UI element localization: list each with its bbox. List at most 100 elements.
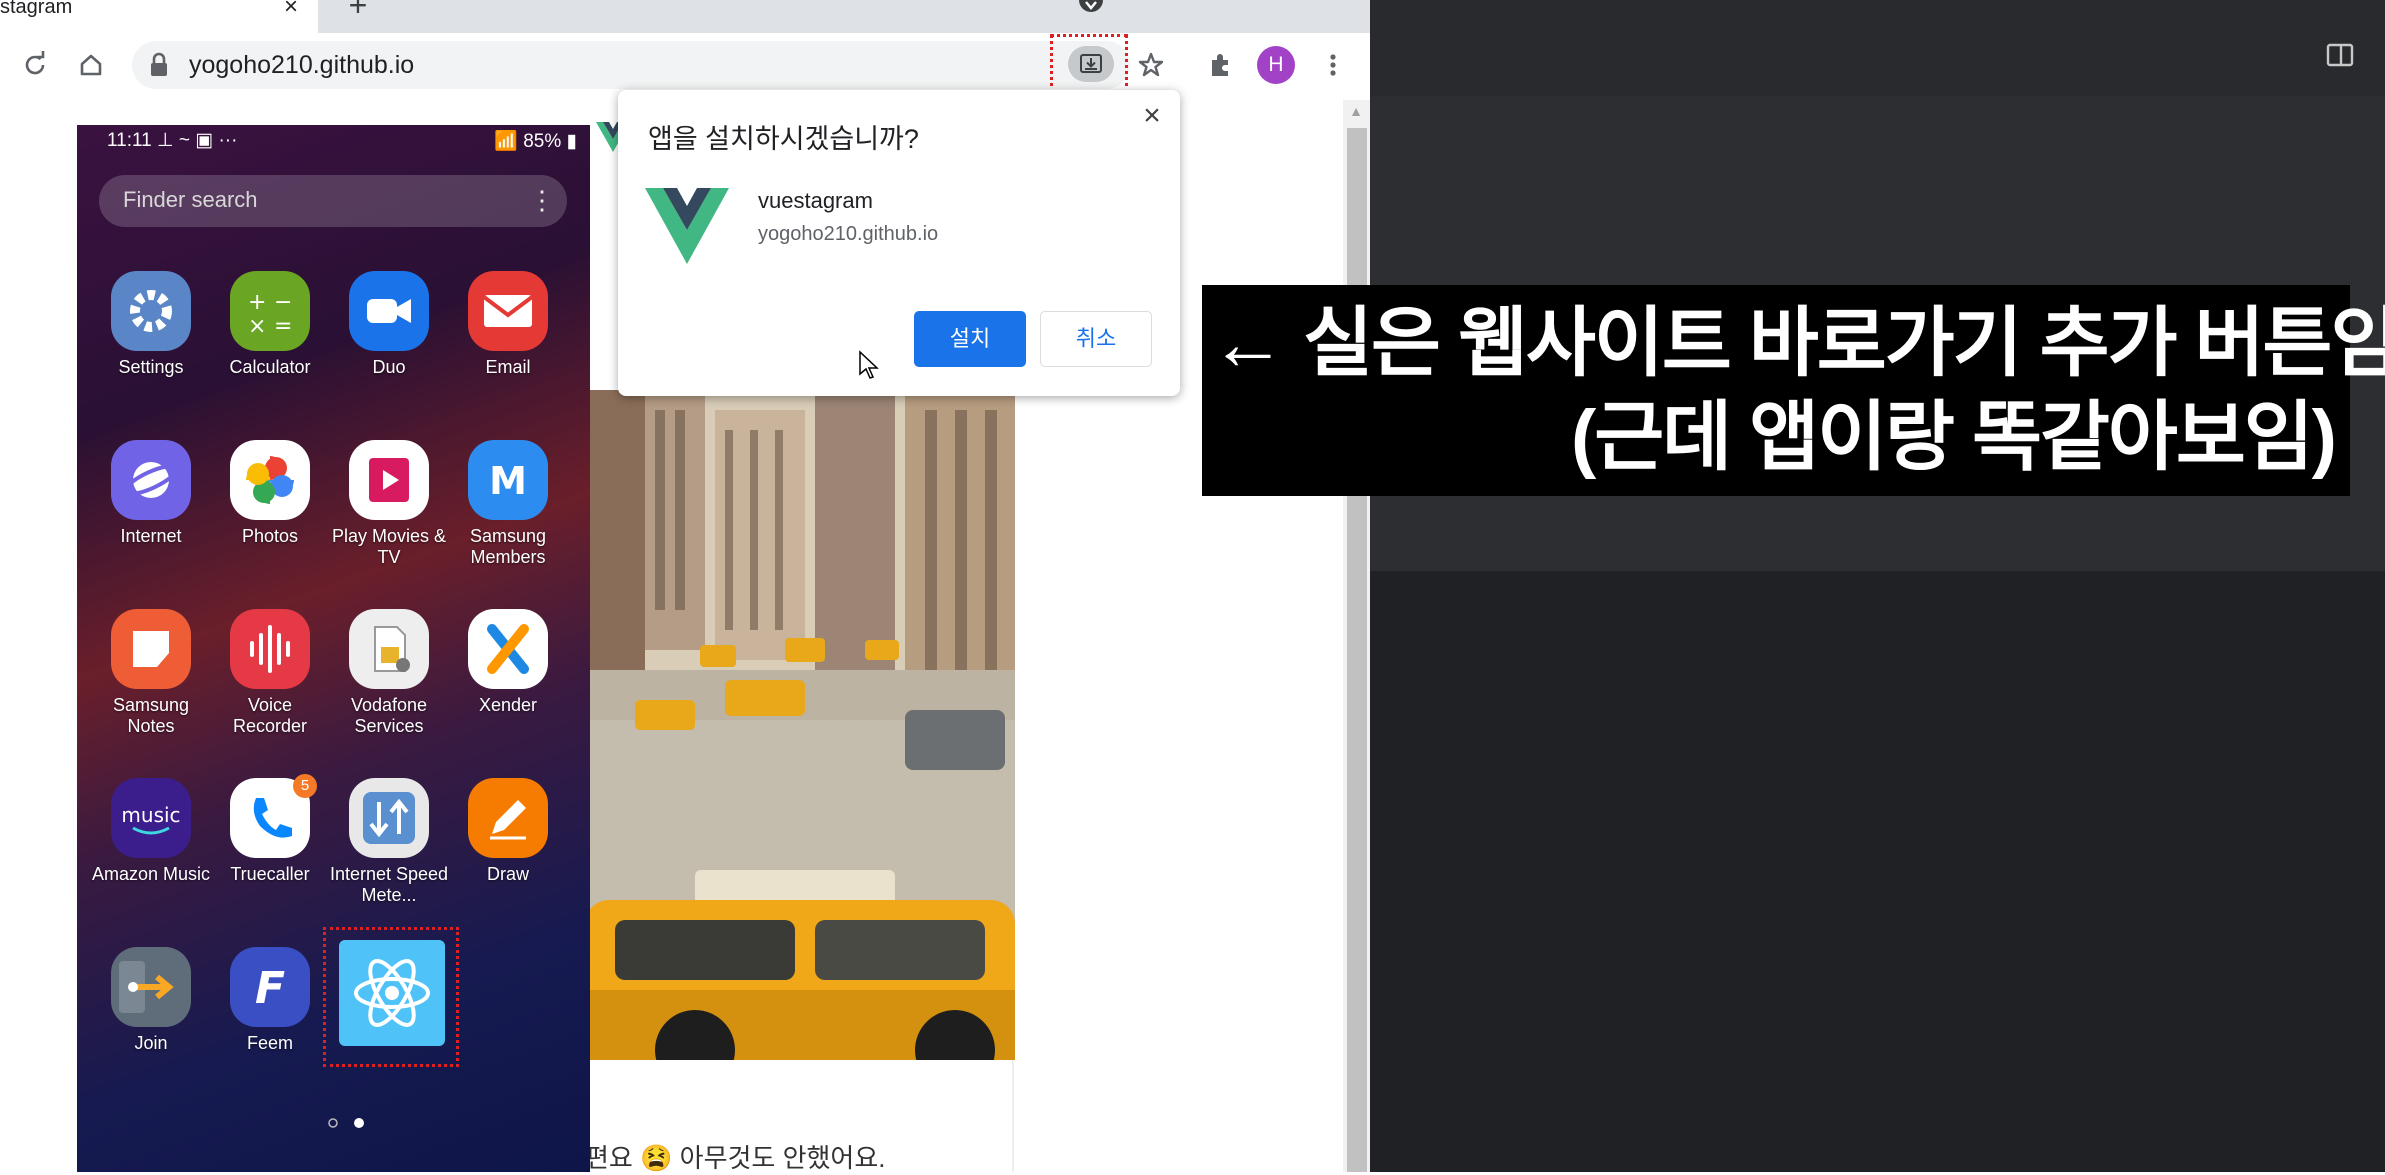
- notes-icon: [111, 609, 191, 689]
- app-amazon-music[interactable]: music Amazon Music: [91, 778, 211, 938]
- app-label: Samsung Notes: [112, 695, 190, 736]
- lock-icon[interactable]: [148, 52, 170, 78]
- app-play-movies[interactable]: Play Movies & TV: [329, 440, 449, 600]
- waveform-icon: [230, 609, 310, 689]
- scroll-up-icon[interactable]: ▲: [1345, 103, 1367, 121]
- app-label: Play Movies & TV: [331, 526, 447, 567]
- pinwheel-icon: [230, 440, 310, 520]
- bookmark-star-icon[interactable]: [1134, 48, 1168, 82]
- menu-kebab-icon[interactable]: [1316, 48, 1350, 82]
- app-label: Vodafone Services: [350, 695, 428, 736]
- members-m-icon: M: [468, 440, 548, 520]
- video-camera-icon: [349, 271, 429, 351]
- page-indicator: [313, 1115, 373, 1131]
- svg-text:+: +: [248, 290, 266, 315]
- phone-battery-status: 📶 85% ▮: [467, 129, 577, 155]
- app-label: Duo: [372, 357, 406, 377]
- profile-avatar[interactable]: H: [1257, 46, 1295, 84]
- app-label: Photos: [241, 526, 299, 546]
- annotation-line-1: ← 실은 웹사이트 바로가기 추가 버튼임: [1210, 301, 2385, 386]
- app-label: Voice Recorder: [232, 695, 308, 736]
- annotation-line-2: (근데 앱이랑 똑같아보임): [1570, 395, 2337, 480]
- finder-search-placeholder: Finder search: [123, 187, 258, 212]
- dialog-app-origin: yogoho210.github.io: [758, 223, 939, 245]
- pencil-icon: [468, 778, 548, 858]
- app-truecaller[interactable]: Truecaller: [210, 778, 330, 938]
- app-label: Samsung Members: [469, 526, 547, 567]
- post-caption: 편요 😫 아무것도 안했어요.: [585, 1143, 886, 1173]
- vue-logo-icon: [645, 188, 729, 264]
- app-label: Join: [134, 1033, 168, 1053]
- phone-time-text: 11:11: [107, 130, 152, 151]
- calculator-icon: + − × =: [230, 271, 310, 351]
- url-text[interactable]: yogoho210.github.io: [189, 49, 689, 81]
- amazon-music-icon: music: [111, 778, 191, 858]
- home-icon[interactable]: [74, 48, 108, 82]
- battery-icon: ▮: [561, 131, 577, 152]
- cancel-button[interactable]: 취소: [1040, 311, 1152, 367]
- speed-arrows-icon: [349, 778, 429, 858]
- app-vodafone-services[interactable]: Vodafone Services: [329, 609, 449, 769]
- phone-screenshot: 11:11 ⊥ ~ ▣ ··· 📶 85% ▮ Finder search ⋮ …: [77, 125, 590, 1172]
- app-duo[interactable]: Duo: [329, 271, 449, 431]
- app-label: Settings: [118, 357, 184, 377]
- gear-icon: [111, 271, 191, 351]
- app-photos[interactable]: Photos: [210, 440, 330, 600]
- dialog-title: 앱을 설치하시겠습니까?: [648, 124, 919, 154]
- react-app-highlight: [323, 927, 459, 1067]
- app-label: Amazon Music: [91, 864, 211, 884]
- phone-status-icons: ⊥ ~ ▣ ···: [157, 130, 238, 151]
- xender-x-icon: [468, 609, 548, 689]
- app-label: Calculator: [229, 357, 311, 377]
- tab-title: stagram: [0, 0, 73, 18]
- feem-f-icon: F: [230, 947, 310, 1027]
- svg-text:×: ×: [248, 314, 266, 339]
- play-film-icon: [349, 440, 429, 520]
- battery-percent: 85%: [523, 131, 562, 152]
- new-tab-button[interactable]: +: [343, 0, 373, 21]
- app-settings[interactable]: Settings: [91, 271, 211, 431]
- app-label: Truecaller: [230, 864, 310, 884]
- svg-text:M: M: [489, 459, 527, 503]
- join-arrow-icon: [111, 947, 191, 1027]
- post-image: [575, 390, 1015, 1060]
- svg-text:music: music: [121, 803, 180, 827]
- app-label: Internet: [120, 526, 182, 546]
- app-label: Feem: [246, 1033, 293, 1053]
- close-icon[interactable]: ×: [1136, 100, 1168, 132]
- app-draw[interactable]: Draw: [448, 778, 568, 938]
- app-label: Internet Speed Mete...: [329, 864, 449, 905]
- finder-menu-icon[interactable]: ⋮: [529, 185, 555, 219]
- app-feem[interactable]: F Feem: [210, 947, 330, 1107]
- svg-text:F: F: [255, 963, 285, 1014]
- reload-icon[interactable]: [18, 48, 52, 82]
- app-internet[interactable]: Internet: [91, 440, 211, 600]
- truecaller-badge: 5: [293, 774, 317, 798]
- svg-text:=: =: [274, 314, 292, 339]
- app-xender[interactable]: Xender: [448, 609, 568, 769]
- mail-icon: [468, 271, 548, 351]
- app-calculator[interactable]: + − × = Calculator: [210, 271, 330, 431]
- dark-panel-header: [1370, 0, 2385, 96]
- app-samsung-members[interactable]: M Samsung Members: [448, 440, 568, 600]
- tab-search-icon[interactable]: [1078, 0, 1104, 16]
- dark-panel: [1370, 0, 2385, 1172]
- app-label: Xender: [478, 695, 538, 715]
- app-samsung-notes[interactable]: Samsung Notes: [91, 609, 211, 769]
- app-label: Email: [485, 357, 531, 377]
- signal-icon: 📶: [494, 131, 524, 152]
- side-panel-icon[interactable]: [2325, 40, 2355, 70]
- app-internet-speed-meter[interactable]: Internet Speed Mete...: [329, 778, 449, 938]
- app-voice-recorder[interactable]: Voice Recorder: [210, 609, 330, 769]
- sim-card-icon: [349, 609, 429, 689]
- planet-icon: [111, 440, 191, 520]
- install-button[interactable]: 설치: [914, 311, 1026, 367]
- svg-text:−: −: [274, 290, 292, 315]
- app-label: Draw: [486, 864, 529, 884]
- app-join[interactable]: Join: [91, 947, 211, 1107]
- tab-close-icon[interactable]: ×: [278, 0, 304, 20]
- mouse-cursor-icon: [858, 350, 880, 380]
- extensions-puzzle-icon[interactable]: [1203, 48, 1237, 82]
- app-email[interactable]: Email: [448, 271, 568, 431]
- phone-status-time: 11:11 ⊥ ~ ▣ ···: [107, 129, 267, 155]
